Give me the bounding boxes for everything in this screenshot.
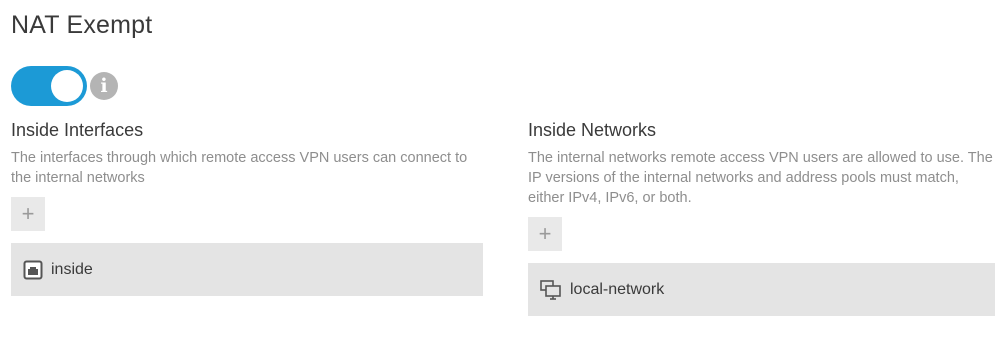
inside-networks-heading: Inside Networks xyxy=(528,120,657,140)
inside-networks-description: The internal networks remote access VPN … xyxy=(528,150,993,206)
toggle-knob xyxy=(51,70,83,102)
inside-network-item-label[interactable]: local-network xyxy=(570,281,664,299)
inside-interfaces-list: inside xyxy=(11,243,483,296)
info-icon[interactable]: i xyxy=(90,72,118,100)
add-inside-interface-button[interactable]: + xyxy=(11,197,45,231)
inside-interface-item-label[interactable]: inside xyxy=(51,261,93,279)
inside-interfaces-section: Inside Interfaces The interfaces through… xyxy=(11,118,483,296)
nat-exempt-toggle[interactable] xyxy=(11,66,87,106)
add-inside-network-button[interactable]: + xyxy=(528,217,562,251)
page-title: NAT Exempt xyxy=(11,11,153,39)
nat-exempt-toggle-row: i xyxy=(11,66,118,106)
inside-interfaces-description: The interfaces through which remote acce… xyxy=(11,150,468,186)
inside-interfaces-heading: Inside Interfaces xyxy=(11,120,144,140)
network-object-icon xyxy=(540,279,562,300)
interface-icon xyxy=(23,260,43,280)
inside-networks-list: local-network xyxy=(528,263,995,316)
inside-networks-section: Inside Networks The internal networks re… xyxy=(528,118,995,316)
